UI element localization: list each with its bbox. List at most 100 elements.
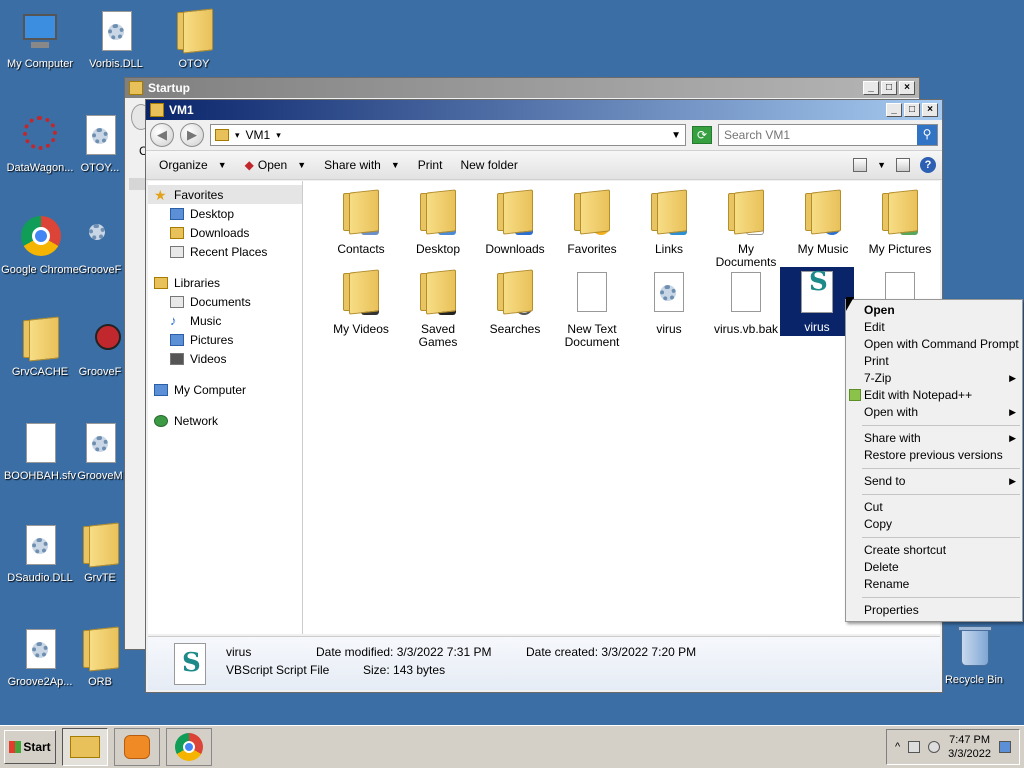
maximize-button[interactable]: □: [904, 103, 920, 117]
desktop-icon-otoy-2[interactable]: OTOY...: [76, 112, 124, 192]
close-button[interactable]: ×: [899, 81, 915, 95]
menu-item-send-to[interactable]: Send to ▶: [846, 473, 1022, 490]
file-item-saved-games[interactable]: Saved Games: [400, 269, 476, 349]
explorer-window-vm1[interactable]: VM1 _ □ × ◀ ▶ ▾ VM1 ▾ ▼ ⟳ ⚲ Organize▼ ◆O…: [145, 99, 943, 693]
desktop-icon-dsaudio[interactable]: DSaudio.DLL: [0, 522, 80, 602]
menu-item-restore-previous-versions[interactable]: Restore previous versions: [846, 447, 1022, 464]
minimize-button[interactable]: _: [863, 81, 879, 95]
startup-window-title: Startup: [148, 81, 190, 95]
maximize-button[interactable]: □: [881, 81, 897, 95]
menu-item-edit[interactable]: Edit: [846, 319, 1022, 336]
desktop-icon-groovef-2[interactable]: GrooveF: [76, 316, 124, 396]
vm1-titlebar[interactable]: VM1 _ □ ×: [146, 100, 942, 120]
volume-icon[interactable]: [928, 741, 941, 753]
desktop-icon-grvcache[interactable]: GrvCACHE: [0, 316, 80, 396]
show-desktop-icon[interactable]: [999, 741, 1011, 753]
desktop-icon-groovef-1[interactable]: GrooveF: [76, 214, 124, 294]
start-button[interactable]: Start: [4, 730, 56, 764]
downloads-icon: [170, 226, 184, 239]
file-item-my-music[interactable]: My Music: [785, 189, 861, 256]
new-folder-button[interactable]: New folder: [453, 154, 524, 176]
menu-item-copy[interactable]: Copy: [846, 516, 1022, 533]
open-button[interactable]: ◆ Open ▼: [238, 154, 314, 176]
search-input[interactable]: [719, 125, 917, 145]
address-dropdown-icon[interactable]: ▼: [671, 130, 681, 141]
print-button[interactable]: Print: [411, 154, 450, 176]
desktop-icon-groovem[interactable]: GrooveM: [76, 420, 124, 500]
file-label: Favorites: [567, 242, 617, 256]
desktop-icon-otoy[interactable]: OTOY: [154, 8, 234, 88]
nav-pictures[interactable]: Pictures: [148, 330, 302, 349]
nav-favorites[interactable]: ★ Favorites: [148, 185, 302, 204]
file-item-virus-vb-bak[interactable]: virus.vb.bak: [708, 269, 784, 336]
file-item-searches[interactable]: Searches: [477, 269, 553, 336]
menu-item-open[interactable]: Open: [846, 302, 1022, 319]
organize-button[interactable]: Organize ▼: [152, 154, 234, 176]
file-item-contacts[interactable]: Contacts: [323, 189, 399, 256]
nav-downloads[interactable]: Downloads: [148, 223, 302, 242]
share-with-button[interactable]: Share with ▼: [317, 154, 407, 176]
minimize-button[interactable]: _: [886, 103, 902, 117]
menu-item-edit-notepadpp[interactable]: Edit with Notepad++: [846, 387, 1022, 404]
desktop-icon-datawagon[interactable]: DataWagon...: [0, 112, 80, 192]
nav-network[interactable]: Network: [148, 411, 302, 430]
nav-music[interactable]: ♪ Music: [148, 311, 302, 330]
desktop-icon-google-chrome[interactable]: Google Chrome: [0, 214, 80, 294]
nav-my-computer[interactable]: My Computer: [148, 380, 302, 399]
search-icon[interactable]: ⚲: [917, 125, 937, 145]
menu-item-share-with[interactable]: Share with ▶: [846, 430, 1022, 447]
taskbar-media-player-button[interactable]: [114, 728, 160, 766]
network-icon[interactable]: [908, 741, 921, 753]
mouse-cursor-icon: [846, 297, 854, 311]
file-item-my-videos[interactable]: My Videos: [323, 269, 399, 336]
file-item-downloads[interactable]: Downloads: [477, 189, 553, 256]
file-item-links[interactable]: Links: [631, 189, 707, 256]
menu-item-properties[interactable]: Properties: [846, 602, 1022, 619]
taskbar-chrome-button[interactable]: [166, 728, 212, 766]
file-item-virus-dll[interactable]: virus: [631, 269, 707, 336]
forward-button[interactable]: ▶: [180, 123, 204, 147]
file-item-my-pictures[interactable]: My Pictures: [862, 189, 938, 256]
menu-item-open-with[interactable]: Open with ▶: [846, 404, 1022, 421]
menu-item-7zip[interactable]: 7-Zip ▶: [846, 370, 1022, 387]
nav-libraries[interactable]: Libraries: [148, 273, 302, 292]
refresh-button[interactable]: ⟳: [692, 126, 712, 144]
desktop-icon-my-computer[interactable]: My Computer: [0, 8, 80, 88]
menu-item-print[interactable]: Print: [846, 353, 1022, 370]
file-item-my-documents[interactable]: My Documents: [708, 189, 784, 269]
chevron-up-icon[interactable]: ^: [895, 741, 900, 753]
desktop-icon-boohbah[interactable]: BOOHBAH.sfv: [0, 420, 80, 500]
nav-videos[interactable]: Videos: [148, 349, 302, 368]
file-item-favorites[interactable]: Favorites: [554, 189, 630, 256]
file-item-desktop[interactable]: Desktop: [400, 189, 476, 256]
preview-pane-icon[interactable]: [896, 158, 910, 172]
change-view-icon[interactable]: [853, 158, 868, 172]
close-button[interactable]: ×: [922, 103, 938, 117]
help-icon[interactable]: ?: [920, 157, 936, 173]
menu-label: Share with: [864, 431, 921, 445]
clock[interactable]: 7:47 PM 3/3/2022: [948, 733, 991, 761]
nav-desktop[interactable]: Desktop: [148, 204, 302, 223]
desktop-icon-groove2ap[interactable]: Groove2Ap...: [0, 626, 80, 706]
menu-item-open-command-prompt[interactable]: Open with Command Prompt: [846, 336, 1022, 353]
file-item-new-text-document[interactable]: New Text Document: [554, 269, 630, 349]
chevron-down-icon[interactable]: ▾: [235, 130, 240, 141]
menu-item-rename[interactable]: Rename: [846, 576, 1022, 593]
desktop-icon-orb[interactable]: ORB: [76, 626, 124, 706]
menu-item-cut[interactable]: Cut: [846, 499, 1022, 516]
desktop-icon-recycle-bin[interactable]: Recycle Bin: [934, 624, 1014, 704]
desktop-icon-grvte[interactable]: GrvTE: [76, 522, 124, 602]
back-button[interactable]: ◀: [150, 123, 174, 147]
taskbar-explorer-button[interactable]: [62, 728, 108, 766]
address-crumb[interactable]: VM1: [246, 128, 271, 142]
nav-recent-places[interactable]: Recent Places: [148, 242, 302, 261]
chevron-down-icon[interactable]: ▼: [877, 160, 886, 170]
desktop-icon-vorbis[interactable]: Vorbis.DLL: [76, 8, 156, 88]
nav-documents[interactable]: Documents: [148, 292, 302, 311]
chevron-down-icon[interactable]: ▾: [276, 130, 281, 141]
address-bar[interactable]: ▾ VM1 ▾ ▼: [210, 124, 686, 146]
menu-item-create-shortcut[interactable]: Create shortcut: [846, 542, 1022, 559]
file-item-virus-vbs[interactable]: virus: [780, 267, 854, 336]
menu-item-delete[interactable]: Delete: [846, 559, 1022, 576]
startup-titlebar[interactable]: Startup _ □ ×: [125, 78, 919, 98]
